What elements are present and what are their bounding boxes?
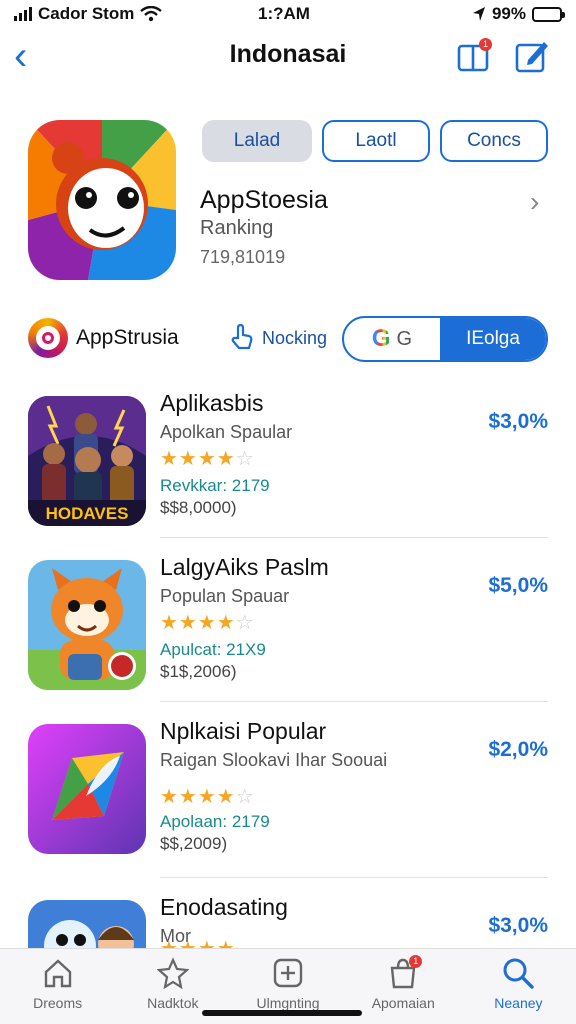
featured-app-icon[interactable]: [28, 120, 176, 280]
carrier-label: Cador Stom: [38, 4, 135, 23]
list-item[interactable]: Nplkaisi Popular Raigan Slookavi Ihar So…: [0, 716, 576, 880]
brand-logo-icon: [28, 318, 68, 358]
tab-label: Apomaian: [371, 995, 435, 1011]
app-subtitle: Raigan Slookavi Ihar Soouai: [160, 750, 388, 770]
tab-badge: 1: [409, 955, 423, 968]
segment-lalad[interactable]: Lalad: [202, 120, 312, 162]
segmented-control: Lalad Laotl Concs: [202, 120, 548, 162]
featured-app-name[interactable]: AppStoesia: [200, 186, 328, 215]
chevron-right-icon[interactable]: ›: [530, 186, 539, 218]
app-subtitle: Apolkan Spaular: [160, 422, 293, 442]
app-name: LalgyAiks Paslm: [160, 554, 329, 580]
app-thumbnail: [28, 900, 146, 952]
hand-pointer-icon: [230, 323, 254, 356]
app-meta: Apolaan: 2179: [160, 812, 270, 831]
search-icon: [503, 958, 535, 989]
wifi-icon: [140, 6, 163, 22]
source-toggle: G G IEolga: [342, 316, 548, 362]
plus-square-icon: [273, 958, 303, 988]
navigation-bar: ‹ Indonasai 1: [0, 28, 576, 84]
list-item[interactable]: LalgyAiks Paslm Populan Spauar ★★★★☆ Apu…: [0, 552, 576, 716]
clock: 1:?AM: [258, 4, 310, 23]
rating-stars: ★★★★☆: [160, 612, 255, 634]
list-item[interactable]: HODAVES Aplikasbis Apolkan Spaular ★★★★☆…: [0, 388, 576, 552]
list-item[interactable]: Enodasating Mor ★★★★ $3,0%: [0, 892, 576, 952]
app-percent[interactable]: $3,0%: [488, 410, 548, 434]
battery-icon: [532, 6, 565, 22]
app-name: Enodasating: [160, 894, 288, 920]
app-meta: Apulcat: 21X9: [160, 640, 266, 659]
featured-app-number: 719,81019: [200, 247, 286, 267]
segment-laotl[interactable]: Laotl: [322, 120, 430, 162]
status-bar: Cador Stom 1:?AM 99%: [0, 0, 576, 28]
status-right: 99%: [472, 4, 565, 24]
app-name: Nplkaisi Popular: [160, 718, 327, 744]
app-thumbnail: HODAVES: [28, 396, 146, 526]
app-price: $$,2009): [160, 834, 228, 853]
thumbnail-title: HODAVES: [45, 504, 129, 523]
brand-label[interactable]: AppStrusia: [76, 326, 179, 350]
app-price: $$8,0000): [160, 498, 237, 517]
tab-neaney[interactable]: Neaney: [461, 949, 576, 1024]
divider: [160, 701, 548, 702]
toggle-google-option[interactable]: G G: [344, 318, 440, 360]
tab-label: Dreoms: [33, 995, 83, 1011]
app-price: $1$,2006): [160, 662, 237, 681]
app-percent[interactable]: $2,0%: [488, 738, 548, 762]
tab-apomaian[interactable]: 1 Apomaian: [346, 949, 461, 1024]
toggle-left-label: G: [396, 327, 413, 350]
location-icon: [472, 7, 485, 21]
bag-icon: 1: [387, 955, 423, 989]
status-left: Cador Stom: [14, 4, 163, 24]
tab-label: Ulmgnting: [256, 995, 320, 1011]
rating-stars: ★★★★☆: [160, 448, 255, 470]
app-thumbnail: [28, 560, 146, 690]
tab-dreoms[interactable]: Dreoms: [0, 949, 115, 1024]
app-name: Aplikasbis: [160, 390, 264, 416]
tab-label: Neaney: [494, 995, 543, 1011]
divider: [160, 537, 548, 538]
divider: [160, 877, 548, 878]
tab-label: Nadktok: [147, 995, 199, 1011]
signal-icon: [14, 7, 32, 21]
compose-icon: [515, 42, 548, 73]
app-percent[interactable]: $3,0%: [488, 914, 548, 938]
compose-button[interactable]: [514, 38, 550, 74]
rating-stars: ★★★★☆: [160, 786, 255, 808]
app-subtitle: Populan Spauar: [160, 586, 290, 606]
notification-badge: 1: [479, 38, 492, 51]
battery-percent: 99%: [491, 4, 526, 23]
nocking-link[interactable]: Nocking: [262, 328, 327, 349]
segment-concs[interactable]: Concs: [440, 120, 548, 162]
home-indicator[interactable]: [202, 1010, 362, 1016]
app-thumbnail: [28, 724, 146, 854]
share-button[interactable]: 1: [455, 38, 492, 74]
app-meta: Revkkar: 2179: [160, 476, 270, 495]
google-icon: G: [371, 325, 391, 352]
toggle-right-option[interactable]: IEolga: [440, 318, 546, 360]
filter-row: AppStrusia Nocking G G IEolga: [0, 312, 576, 366]
app-percent[interactable]: $5,0%: [488, 574, 548, 598]
star-icon: [156, 957, 189, 989]
featured-app-subtitle: Ranking: [200, 217, 274, 239]
home-icon: [44, 959, 71, 988]
